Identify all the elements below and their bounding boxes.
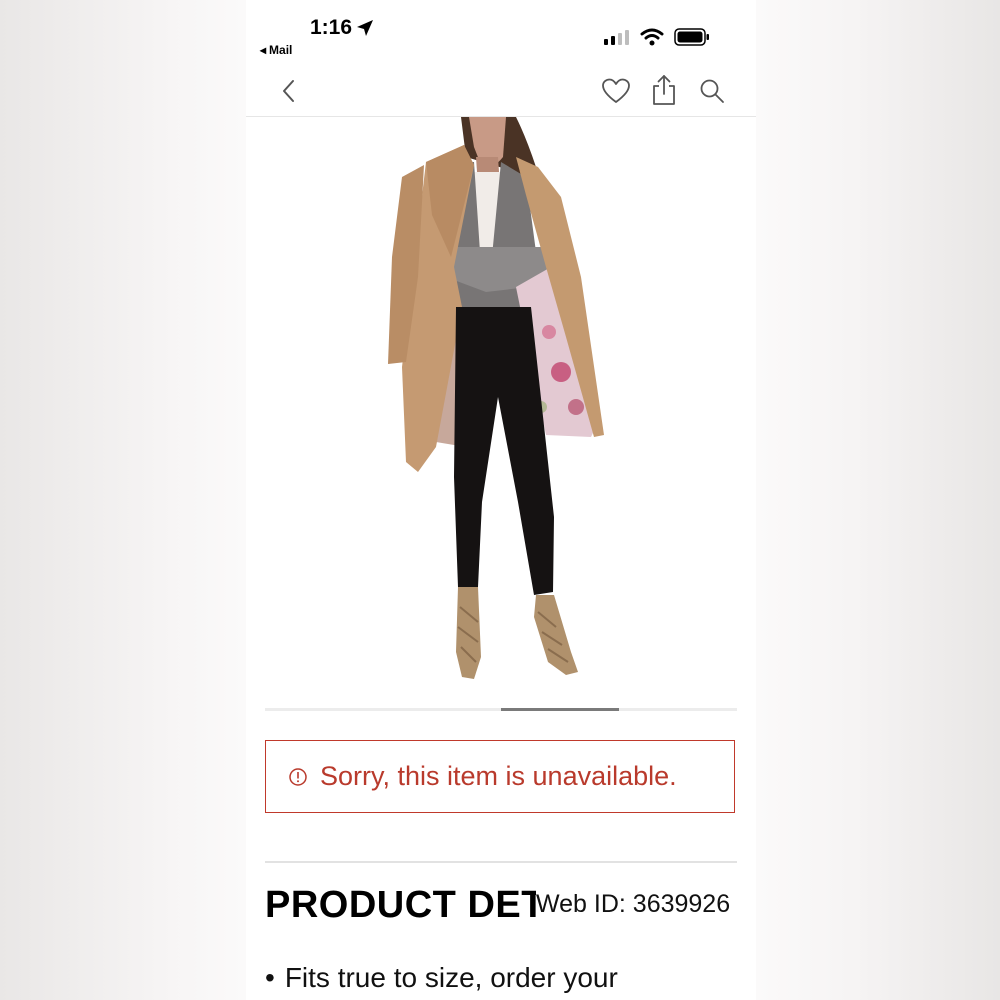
status-time: 1:16	[310, 16, 374, 40]
carousel-indicator[interactable]	[265, 708, 737, 711]
location-arrow-icon	[357, 20, 374, 36]
alert-message: Sorry, this item is unavailable.	[320, 761, 677, 791]
share-icon[interactable]	[651, 74, 677, 106]
background-right	[756, 0, 1000, 1000]
section-divider	[265, 861, 737, 863]
heart-icon[interactable]	[601, 77, 631, 105]
back-app-label: Mail	[269, 43, 293, 57]
wifi-icon	[640, 28, 664, 46]
signal-icon	[604, 30, 629, 45]
top-nav-bar	[246, 66, 756, 117]
phone-screen: 1:16 ◂ Mail Sorry, this item is unavaila…	[246, 0, 756, 1000]
search-icon[interactable]	[698, 77, 726, 105]
product-image[interactable]	[366, 117, 636, 687]
unavailable-alert: Sorry, this item is unavailable.	[265, 740, 735, 813]
model-shoe-left	[456, 587, 481, 679]
carousel-indicator-active	[501, 708, 619, 711]
bullet-dot: •	[265, 962, 275, 993]
battery-icon	[674, 28, 709, 46]
status-time-label: 1:16	[310, 16, 353, 39]
web-id-label: Web ID: 3639926	[536, 890, 731, 919]
bullet-text: Fits true to size, order your	[284, 962, 618, 993]
detail-bullet-item: • Fits true to size, order your	[265, 962, 618, 994]
back-triangle-icon: ◂	[260, 43, 267, 57]
status-indicators	[604, 28, 710, 46]
product-details-heading: PRODUCT DETAILS	[265, 884, 537, 926]
model-shoe-right	[534, 595, 578, 675]
chevron-left-icon[interactable]	[278, 78, 300, 104]
exclamation-circle-icon	[289, 767, 307, 786]
background-left	[0, 0, 246, 1000]
back-to-app-link[interactable]: ◂ Mail	[260, 43, 292, 57]
